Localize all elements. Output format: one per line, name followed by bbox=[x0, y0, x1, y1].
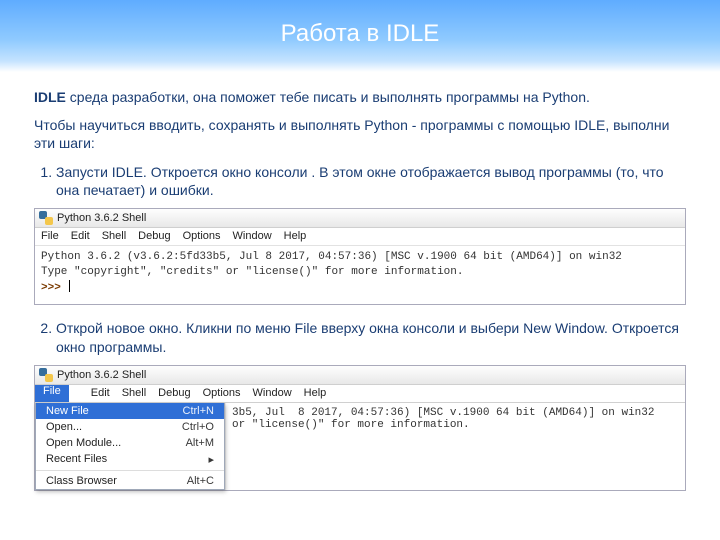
console2-text: 3b5, Jul 8 2017, 04:57:36) [MSC v.1900 6… bbox=[225, 403, 685, 490]
console1-body: Python 3.6.2 (v3.6.2:5fd33b5, Jul 8 2017… bbox=[35, 246, 685, 304]
menu-shell[interactable]: Shell bbox=[102, 230, 126, 242]
console2-line1: 3b5, Jul 8 2017, 04:57:36) [MSC v.1900 6… bbox=[232, 407, 654, 419]
console-screenshot-2: Python 3.6.2 Shell File Edit Shell Debug… bbox=[34, 365, 686, 491]
file-menu-open-module[interactable]: Open Module... Alt+M bbox=[36, 435, 224, 451]
console1-prompt-line: >>> bbox=[41, 280, 679, 296]
menu-item-label: Open Module... bbox=[46, 437, 121, 449]
slide-title-text: Работа в IDLE bbox=[281, 20, 440, 47]
menu-help[interactable]: Help bbox=[304, 387, 327, 399]
console-screenshot-1: Python 3.6.2 Shell File Edit Shell Debug… bbox=[34, 208, 686, 305]
menu-shell[interactable]: Shell bbox=[122, 387, 146, 399]
python-icon bbox=[39, 211, 53, 225]
menu-item-shortcut: Ctrl+N bbox=[183, 405, 214, 417]
menu-item-shortcut: Ctrl+O bbox=[182, 421, 214, 433]
console2-title: Python 3.6.2 Shell bbox=[57, 369, 146, 381]
step-1: Запусти IDLE. Откроется окно консоли . В… bbox=[56, 163, 686, 201]
console1-titlebar: Python 3.6.2 Shell bbox=[35, 209, 685, 228]
file-menu-recent-files[interactable]: Recent Files ▸ bbox=[36, 451, 224, 468]
step-2: Открой новое окно. Кликни по меню File в… bbox=[56, 319, 686, 357]
console2-menubar: File Edit Shell Debug Options Window Hel… bbox=[35, 385, 685, 403]
text-cursor-icon bbox=[69, 280, 70, 292]
menu-item-label: Class Browser bbox=[46, 475, 117, 487]
menu-item-label: Recent Files bbox=[46, 453, 107, 466]
menu-help[interactable]: Help bbox=[284, 230, 307, 242]
menu-file-open[interactable]: File bbox=[35, 385, 69, 402]
menu-item-label: New File bbox=[46, 405, 89, 417]
menu-window[interactable]: Window bbox=[253, 387, 292, 399]
menu-options[interactable]: Options bbox=[183, 230, 221, 242]
console2-titlebar: Python 3.6.2 Shell bbox=[35, 366, 685, 385]
steps-list: Запусти IDLE. Откроется окно консоли . В… bbox=[34, 163, 686, 201]
menu-edit[interactable]: Edit bbox=[71, 230, 90, 242]
menu-item-shortcut: Alt+M bbox=[186, 437, 214, 449]
file-menu-new-file[interactable]: New File Ctrl+N bbox=[36, 403, 224, 419]
intro-paragraph-1: IDLE среда разработки, она поможет тебе … bbox=[34, 88, 686, 106]
slide-body: IDLE среда разработки, она поможет тебе … bbox=[0, 72, 720, 491]
menu-edit[interactable]: Edit bbox=[91, 387, 110, 399]
file-dropdown: New File Ctrl+N Open... Ctrl+O Open Modu… bbox=[35, 403, 225, 490]
console2-body: New File Ctrl+N Open... Ctrl+O Open Modu… bbox=[35, 403, 685, 490]
console1-title: Python 3.6.2 Shell bbox=[57, 212, 146, 224]
console2-line2: or "license()" for more information. bbox=[232, 419, 470, 431]
submenu-arrow-icon: ▸ bbox=[208, 453, 214, 466]
steps-list-cont: Открой новое окно. Кликни по меню File в… bbox=[34, 319, 686, 357]
python-icon bbox=[39, 368, 53, 382]
intro-paragraph-2: Чтобы научиться вводить, сохранять и вып… bbox=[34, 116, 686, 152]
prompt-symbol: >>> bbox=[41, 282, 61, 294]
menu-options[interactable]: Options bbox=[203, 387, 241, 399]
intro-rest: среда разработки, она поможет тебе писат… bbox=[66, 89, 590, 105]
menu-file[interactable]: File bbox=[41, 230, 59, 242]
file-menu-class-browser[interactable]: Class Browser Alt+C bbox=[36, 473, 224, 489]
menu-debug[interactable]: Debug bbox=[138, 230, 170, 242]
menu-window[interactable]: Window bbox=[233, 230, 272, 242]
console1-line1: Python 3.6.2 (v3.6.2:5fd33b5, Jul 8 2017… bbox=[41, 250, 679, 265]
intro-bold: IDLE bbox=[34, 89, 66, 105]
slide-title: Работа в IDLE bbox=[0, 0, 720, 72]
menu-debug[interactable]: Debug bbox=[158, 387, 190, 399]
file-menu-open[interactable]: Open... Ctrl+O bbox=[36, 419, 224, 435]
console1-line2: Type "copyright", "credits" or "license(… bbox=[41, 265, 679, 280]
console1-menubar: File Edit Shell Debug Options Window Hel… bbox=[35, 228, 685, 246]
menu-separator bbox=[36, 470, 224, 471]
menu-item-label: Open... bbox=[46, 421, 82, 433]
menu-item-shortcut: Alt+C bbox=[187, 475, 214, 487]
